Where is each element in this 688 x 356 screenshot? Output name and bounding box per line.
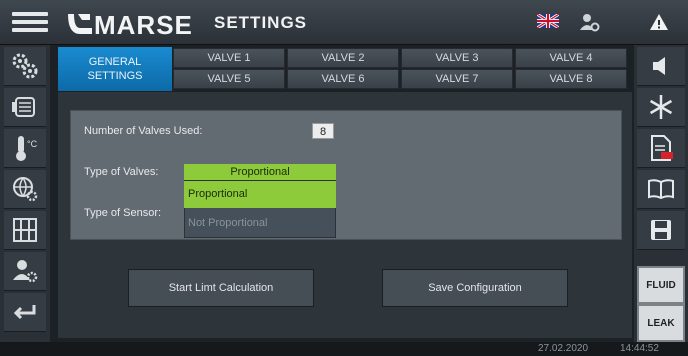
num-valves-field[interactable]: 8 xyxy=(312,123,334,139)
return-icon[interactable] xyxy=(4,293,46,332)
user-settings-icon[interactable] xyxy=(578,11,600,33)
warning-icon[interactable] xyxy=(648,11,670,33)
leak-button[interactable]: LEAK xyxy=(637,304,685,342)
tab-general-line1: GENERAL xyxy=(88,56,142,68)
tab-valve-5[interactable]: VALVE 5 xyxy=(173,69,285,89)
logo-mark-icon xyxy=(64,10,94,38)
users-gear-icon[interactable] xyxy=(4,252,46,291)
status-time: 14:44:52 xyxy=(620,343,659,354)
hamburger-icon[interactable] xyxy=(12,8,48,36)
machine-icon[interactable] xyxy=(4,88,46,127)
globe-gear-icon[interactable] xyxy=(4,170,46,209)
start-limit-calculation-button[interactable]: Start Limt Calculation xyxy=(128,269,314,307)
save-configuration-button[interactable]: Save Configuration xyxy=(382,269,568,307)
left-sidebar: °C xyxy=(0,45,50,342)
page-title: SETTINGS xyxy=(214,13,308,32)
tab-valve-2[interactable]: VALVE 2 xyxy=(287,48,399,68)
gears-icon[interactable] xyxy=(4,47,46,86)
tab-valve-7[interactable]: VALVE 7 xyxy=(401,69,513,89)
right-sidebar: FLUID LEAK xyxy=(634,45,688,342)
svg-text:°C: °C xyxy=(27,139,38,149)
uk-flag-icon[interactable] xyxy=(536,12,560,30)
tab-valve-1[interactable]: VALVE 1 xyxy=(173,48,285,68)
brand-name: MARSE xyxy=(94,10,193,40)
save-icon[interactable] xyxy=(637,211,685,250)
num-valves-label: Number of Valves Used: xyxy=(84,125,203,137)
type-valves-label: Type of Valves: xyxy=(84,166,159,178)
tab-valve-4[interactable]: VALVE 4 xyxy=(515,48,627,68)
dropdown-option-not-proportional[interactable]: Not Proportional xyxy=(184,210,336,237)
tab-valve-8[interactable]: VALVE 8 xyxy=(515,69,627,89)
status-date: 27.02.2020 xyxy=(538,343,589,354)
book-icon[interactable] xyxy=(637,170,685,209)
type-sensor-label: Type of Sensor: xyxy=(84,207,162,219)
fluid-button[interactable]: FLUID xyxy=(637,266,685,304)
tab-valve-6[interactable]: VALVE 6 xyxy=(287,69,399,89)
valves-icon[interactable] xyxy=(4,211,46,250)
snowflake-icon[interactable] xyxy=(637,88,685,127)
dropdown-option-proportional[interactable]: Proportional xyxy=(184,181,336,208)
thermometer-celsius-icon[interactable]: °C xyxy=(4,129,46,168)
tab-general-line2: SETTINGS xyxy=(87,70,143,82)
pdf-document-icon[interactable] xyxy=(637,129,685,168)
type-valves-select[interactable]: Proportional xyxy=(184,164,336,180)
speaker-icon[interactable] xyxy=(637,47,685,86)
tab-valve-3[interactable]: VALVE 3 xyxy=(401,48,513,68)
tab-general-settings[interactable]: GENERAL SETTINGS xyxy=(58,47,172,91)
brand-logo: MARSE xyxy=(64,6,204,40)
